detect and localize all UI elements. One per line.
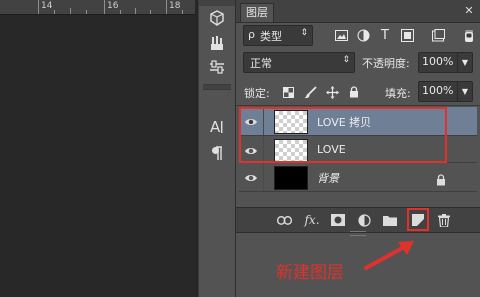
horizontal-ruler[interactable]: 14 16 18 xyxy=(0,0,195,15)
styles-icon[interactable] xyxy=(205,32,229,54)
annotation-label: 新建图层 xyxy=(276,263,344,283)
ruler-tick xyxy=(166,0,167,14)
lock-position-move-icon[interactable] xyxy=(325,85,339,99)
delete-layer-trash-icon[interactable] xyxy=(436,213,452,227)
opacity-dropdown-icon[interactable]: ▼ xyxy=(457,52,473,73)
dock-separator xyxy=(203,84,231,90)
panel-header: 图层 ✕ xyxy=(236,0,480,23)
ruler-minor-tick xyxy=(54,10,55,14)
lock-label: 锁定: xyxy=(244,87,270,100)
opacity-value: 100% xyxy=(422,55,454,68)
lock-all-icon[interactable] xyxy=(347,85,361,99)
ruler-minor-tick xyxy=(182,10,183,14)
ruler-tick xyxy=(104,0,105,14)
adjustments-icon[interactable] xyxy=(205,56,229,78)
ruler-label: 14 xyxy=(41,1,53,11)
blend-mode-value: 正常 xyxy=(250,57,272,70)
filter-shape-icon[interactable] xyxy=(400,28,414,42)
svg-text:A: A xyxy=(210,118,221,136)
chevron-updown-icon: ⇕ xyxy=(342,55,350,65)
dock-grip[interactable] xyxy=(199,0,235,6)
search-icon: ρ xyxy=(248,28,255,41)
fill-label: 填充: xyxy=(385,87,411,100)
close-panel-icon[interactable]: ✕ xyxy=(462,4,476,18)
3d-cube-icon[interactable] xyxy=(205,7,229,29)
annotation-highlight-box xyxy=(239,107,447,163)
divider xyxy=(236,105,480,106)
opacity-input[interactable]: 100% xyxy=(418,52,458,73)
link-layers-icon[interactable] xyxy=(276,213,292,227)
lock-pixels-brush-icon[interactable] xyxy=(303,85,317,99)
layers-panel: 图层 ✕ ≡ ρ 类型 ⇕ T 正常 ⇕ 不透明度: 100% ▼ 锁定: xyxy=(236,0,480,297)
panel-dock-strip: A xyxy=(198,0,236,297)
ruler-minor-tick xyxy=(120,10,121,14)
ruler-label: 16 xyxy=(107,1,119,11)
layer-lock-icon xyxy=(436,171,446,190)
divider xyxy=(239,191,477,192)
ruler-minor-tick xyxy=(150,10,151,14)
document-canvas[interactable]: 14 16 18 xyxy=(0,0,195,297)
fill-value: 100% xyxy=(422,84,454,97)
annotation-new-layer-box xyxy=(407,208,429,231)
annotation-arrow-icon xyxy=(364,241,414,270)
fill-dropdown-icon[interactable]: ▼ xyxy=(457,81,473,102)
paragraph-panel-icon[interactable] xyxy=(205,142,229,164)
filter-kind-select[interactable]: ρ 类型 ⇕ xyxy=(243,25,313,46)
filter-smartobject-icon[interactable] xyxy=(431,28,445,42)
filter-type-icon[interactable]: T xyxy=(378,28,392,43)
ruler-minor-tick xyxy=(86,10,87,14)
fill-input[interactable]: 100% xyxy=(418,81,458,102)
layer-divider xyxy=(263,163,264,191)
opacity-label: 不透明度: xyxy=(362,57,410,70)
character-panel-icon[interactable]: A xyxy=(205,116,229,138)
layer-name: 背景 xyxy=(317,172,339,185)
filter-toggle-icon[interactable] xyxy=(462,30,476,44)
layer-style-fx-icon[interactable]: fx. xyxy=(304,213,320,227)
ruler-tick xyxy=(38,0,39,14)
new-group-folder-icon[interactable] xyxy=(382,213,398,227)
filter-kind-value: 类型 xyxy=(260,30,282,43)
chevron-updown-icon: ⇕ xyxy=(300,28,308,38)
new-adjustment-layer-icon[interactable] xyxy=(356,213,372,227)
layer-thumbnail xyxy=(274,166,308,190)
lock-transparent-icon[interactable] xyxy=(281,85,295,99)
ruler-minor-tick xyxy=(70,8,71,14)
blend-mode-select[interactable]: 正常 ⇕ xyxy=(243,52,355,73)
ruler-minor-tick xyxy=(135,8,136,14)
filter-pixel-icon[interactable] xyxy=(334,28,348,42)
tab-layers[interactable]: 图层 xyxy=(240,3,274,22)
ruler-label: 18 xyxy=(169,1,181,11)
filter-adjustment-icon[interactable] xyxy=(356,28,370,42)
layer-row-background[interactable]: 背景 xyxy=(239,163,477,191)
add-mask-icon[interactable] xyxy=(330,213,346,227)
visibility-eye-icon[interactable] xyxy=(244,170,258,184)
